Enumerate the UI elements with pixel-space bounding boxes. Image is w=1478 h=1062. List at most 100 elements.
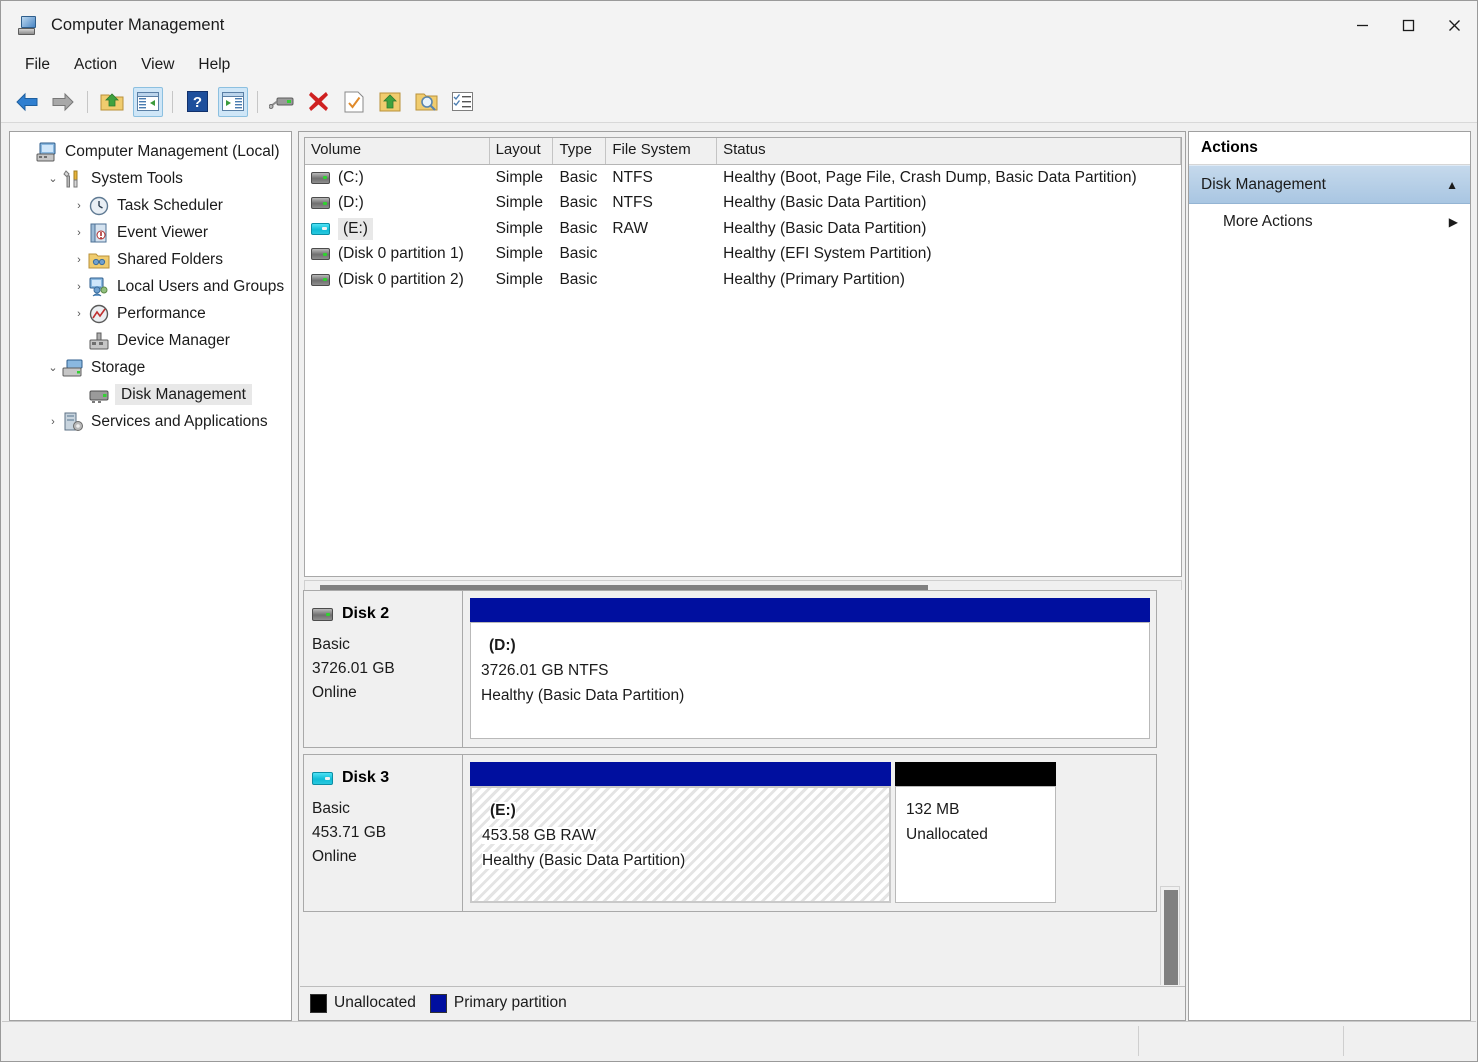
rescan-disks-icon[interactable] <box>267 87 297 117</box>
volume-cell-filesystem: RAW <box>606 220 717 238</box>
disk-panel-disk-2[interactable]: Disk 2Basic3726.01 GBOnline(D:)3726.01 G… <box>303 590 1157 748</box>
menu-view[interactable]: View <box>129 52 186 78</box>
volume-name-label: (C:) <box>338 169 364 187</box>
services-icon <box>62 412 84 432</box>
toolbar-separator <box>257 91 258 113</box>
clock-icon <box>88 196 110 216</box>
tree-item-device-manager[interactable]: Device Manager <box>10 327 291 354</box>
partition-block[interactable]: 132 MBUnallocated <box>895 762 1056 903</box>
partition-size-fs: 132 MB <box>906 797 1055 822</box>
volume-cell-name: (E:) <box>305 218 490 240</box>
chevron-up-icon: ▲ <box>1446 178 1458 192</box>
tree-item-disk-management[interactable]: Disk Management <box>10 381 291 408</box>
volume-column-header-volume[interactable]: Volume <box>305 138 490 164</box>
pane-splitter[interactable] <box>300 584 1184 587</box>
computer-management-window: Computer Management File Action View Hel… <box>0 0 1478 1062</box>
volume-row[interactable]: (D:)SimpleBasicNTFSHealthy (Basic Data P… <box>305 191 1181 217</box>
partition-block[interactable]: (D:)3726.01 GB NTFSHealthy (Basic Data P… <box>470 598 1150 739</box>
volume-list-body: (C:)SimpleBasicNTFSHealthy (Boot, Page F… <box>305 165 1181 293</box>
volume-row[interactable]: (C:)SimpleBasicNTFSHealthy (Boot, Page F… <box>305 165 1181 191</box>
drive-icon <box>311 248 330 260</box>
volume-cell-layout: Simple <box>490 194 554 212</box>
export-list-icon[interactable] <box>375 87 405 117</box>
volume-cell-name: (D:) <box>305 194 490 212</box>
status-cell-3 <box>1344 1022 1476 1060</box>
volume-row[interactable]: (E:)SimpleBasicRAWHealthy (Basic Data Pa… <box>305 216 1181 242</box>
tree-item-shared-folders[interactable]: ›Shared Folders <box>10 246 291 273</box>
tree-item-system-tools[interactable]: ⌄System Tools <box>10 165 291 192</box>
disk-panel-disk-3[interactable]: Disk 3Basic453.71 GBOnline(E:)453.58 GB … <box>303 754 1157 912</box>
chevron-down-icon[interactable]: ⌄ <box>44 361 62 374</box>
volume-column-header-type[interactable]: Type <box>553 138 606 164</box>
partition-details: (E:)453.58 GB RAWHealthy (Basic Data Par… <box>470 786 891 903</box>
menu-action[interactable]: Action <box>62 52 129 78</box>
help-icon[interactable]: ? <box>182 87 212 117</box>
show-hide-console-tree-icon[interactable] <box>133 87 163 117</box>
volume-name-label: (D:) <box>338 194 364 212</box>
disk-management-pane: VolumeLayoutTypeFile SystemStatus (C:) Si… <box>298 131 1186 1021</box>
tree-item-label: Performance <box>117 306 206 322</box>
vscroll-thumb[interactable] <box>1164 890 1178 985</box>
volume-cell-status: Healthy (EFI System Partition) <box>717 245 1181 263</box>
window-controls <box>1339 1 1477 49</box>
partition-label: (E:) <box>482 798 889 823</box>
back-icon[interactable] <box>12 87 42 117</box>
tree-item-event-viewer[interactable]: › Event Viewer <box>10 219 291 246</box>
properties-icon[interactable] <box>339 87 369 117</box>
chevron-right-icon[interactable]: › <box>70 308 88 320</box>
status-bar <box>2 1021 1476 1060</box>
maximize-button[interactable] <box>1385 1 1431 49</box>
legend-label: Unallocated <box>334 994 416 1012</box>
close-button[interactable] <box>1431 1 1477 49</box>
drive-icon <box>312 608 333 621</box>
menu-help[interactable]: Help <box>186 52 242 78</box>
tools-icon <box>62 169 84 189</box>
tree-item-services-and-applications[interactable]: ›Services and Applications <box>10 408 291 435</box>
show-all-icon[interactable] <box>447 87 477 117</box>
shared-folder-icon <box>88 250 110 270</box>
show-hide-action-pane-icon[interactable] <box>218 87 248 117</box>
volume-row[interactable]: (Disk 0 partition 2)SimpleBasicHealthy (… <box>305 267 1181 293</box>
action-more-actions[interactable]: More Actions ▶ <box>1189 204 1470 240</box>
tree-item-task-scheduler[interactable]: › Task Scheduler <box>10 192 291 219</box>
computer-icon <box>36 142 58 162</box>
volume-column-header-layout[interactable]: Layout <box>490 138 554 164</box>
event-log-icon <box>88 223 110 243</box>
status-cell-2 <box>1139 1022 1343 1060</box>
menu-file[interactable]: File <box>13 52 62 78</box>
tree-item-local-users-and-groups[interactable]: ›Local Users and Groups <box>10 273 291 300</box>
volume-cell-status: Healthy (Basic Data Partition) <box>717 220 1181 238</box>
chevron-right-icon[interactable]: › <box>70 281 88 293</box>
volume-cell-layout: Simple <box>490 169 554 187</box>
volume-name-label: (Disk 0 partition 2) <box>338 271 464 289</box>
tree-item-computer-management-local[interactable]: Computer Management (Local) <box>10 138 291 165</box>
partition-status: Unallocated <box>906 822 1055 847</box>
chevron-right-icon[interactable]: › <box>70 200 88 212</box>
tree-item-label: Storage <box>91 360 145 376</box>
partition-block[interactable]: (E:)453.58 GB RAWHealthy (Basic Data Par… <box>470 762 891 903</box>
volume-column-header-status[interactable]: Status <box>717 138 1181 164</box>
chevron-down-icon[interactable]: ⌄ <box>44 172 62 185</box>
toolbar-separator <box>87 91 88 113</box>
tree-item-storage[interactable]: ⌄ Storage <box>10 354 291 381</box>
tree-item-label: Task Scheduler <box>117 198 223 214</box>
tree-item-performance[interactable]: › Performance <box>10 300 291 327</box>
minimize-button[interactable] <box>1339 1 1385 49</box>
volume-column-header-file-system[interactable]: File System <box>606 138 717 164</box>
partition-legend: UnallocatedPrimary partition <box>300 986 1186 1019</box>
tree-item-label: Event Viewer <box>117 225 208 241</box>
up-folder-icon[interactable] <box>97 87 127 117</box>
actions-group-disk-management[interactable]: Disk Management ▲ <box>1189 165 1470 204</box>
volume-row[interactable]: (Disk 0 partition 1)SimpleBasicHealthy (… <box>305 242 1181 268</box>
partition-status: Healthy (Basic Data Partition) <box>481 683 1149 708</box>
computer-icon <box>17 15 39 35</box>
chevron-right-icon[interactable]: › <box>44 416 62 428</box>
chevron-right-icon[interactable]: › <box>70 227 88 239</box>
delete-icon[interactable] <box>303 87 333 117</box>
volume-list: VolumeLayoutTypeFile SystemStatus (C:) Si… <box>304 137 1182 577</box>
find-icon[interactable] <box>411 87 441 117</box>
forward-icon[interactable] <box>48 87 78 117</box>
chevron-right-icon[interactable]: › <box>70 254 88 266</box>
disk-view-vscrollbar[interactable] <box>1160 886 1180 985</box>
volume-cell-layout: Simple <box>490 220 554 238</box>
